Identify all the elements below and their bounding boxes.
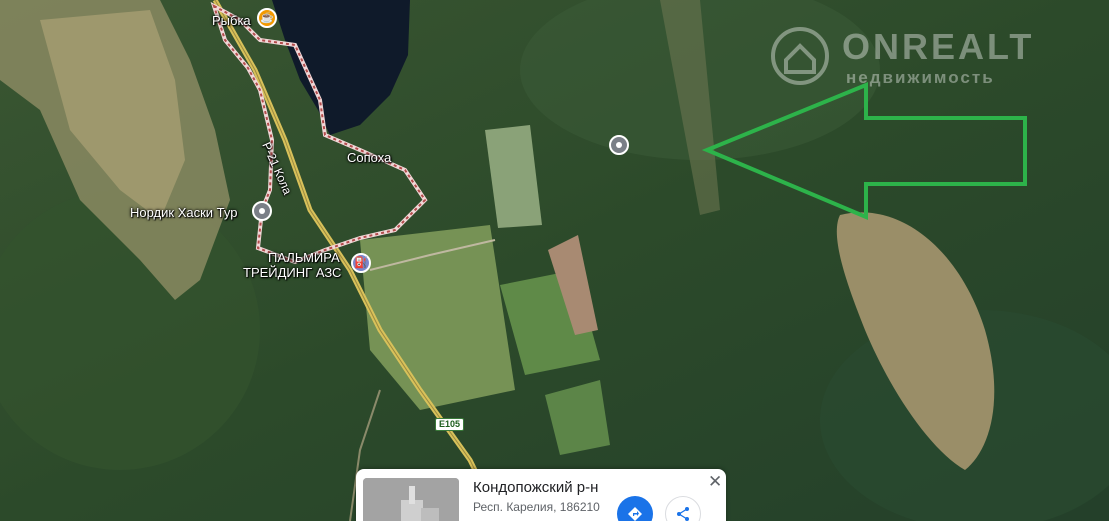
place-pin-icon[interactable] [252,201,272,221]
place-thumbnail[interactable] [363,478,459,521]
onrealt-watermark: ONREALT недвижимость [762,18,1092,96]
share-button[interactable] [665,496,701,521]
satellite-map[interactable]: ONREALT недвижимость ☕ Рыбка Сопоха Норд… [0,0,1109,521]
cafe-icon[interactable]: ☕ [257,8,277,28]
poi-label-rybka[interactable]: Рыбка [212,13,251,28]
place-address: Респ. Карелия, 186210 [473,500,600,514]
directions-button[interactable] [617,496,653,521]
route-shield-e105: E105 [435,418,465,431]
poi-label-palmira-line1[interactable]: ПАЛЬМИРА [268,250,340,265]
place-info-card[interactable]: Кондопожский р-н Респ. Карелия, 186210 ✕ [356,469,726,521]
gas-station-icon[interactable]: ⛽ [351,253,371,273]
village-label-sopokha[interactable]: Сопоха [347,150,391,165]
selected-location-pin-icon[interactable] [609,135,629,155]
share-icon [677,507,689,521]
watermark-brand: ONREALT [842,26,1035,67]
poi-label-nordik[interactable]: Нордик Хаски Тур [130,205,237,220]
directions-icon [628,507,642,521]
close-icon[interactable]: ✕ [708,472,722,492]
onrealt-logo-icon [771,27,829,85]
poi-label-palmira-line2[interactable]: ТРЕЙДИНГ АЗС [243,265,341,280]
place-title: Кондопожский р-н [473,479,599,496]
watermark-tagline: недвижимость [846,68,995,87]
